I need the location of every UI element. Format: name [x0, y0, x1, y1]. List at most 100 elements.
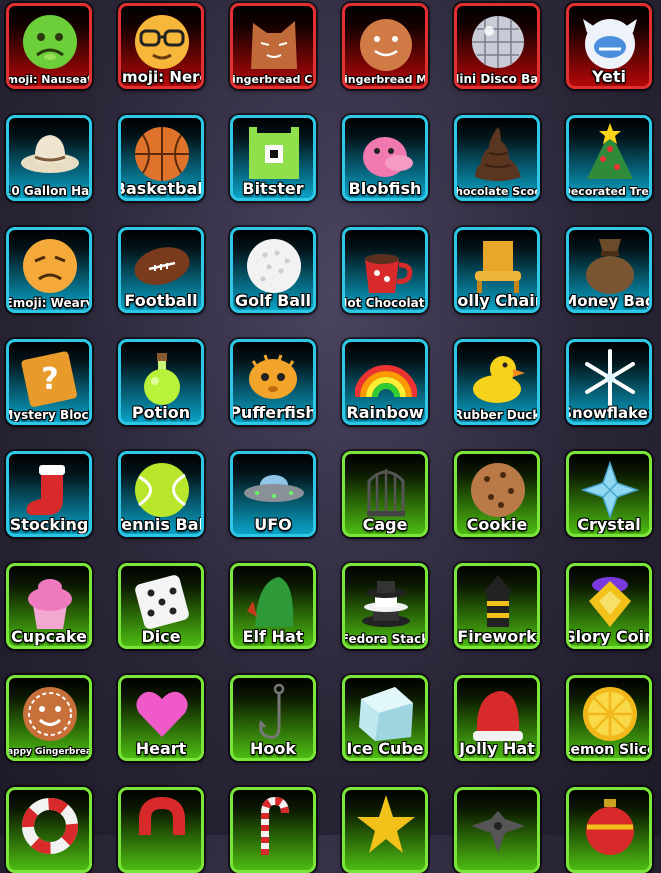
item-label: Emoji: Nerd [121, 68, 201, 86]
item-label: Emoji: Weary [6, 296, 92, 310]
rubber-duck-icon [473, 356, 525, 403]
item-tile[interactable]: Yeti [566, 3, 652, 89]
item-tile[interactable]: Bitster [230, 115, 316, 201]
item-tile[interactable] [566, 787, 652, 873]
item-tile[interactable]: Football [118, 227, 204, 313]
yeti-icon [583, 19, 637, 69]
item-tile[interactable]: Golf Ball [230, 227, 316, 313]
item-label: Cookie [466, 515, 528, 534]
santa-hat-icon [473, 691, 523, 741]
item-tile[interactable]: Pufferfish [230, 339, 316, 425]
item-label: Mini Disco Ball [457, 72, 539, 86]
chocolate-scoop-icon [475, 127, 521, 181]
item-tile[interactable]: Rubber Duck [454, 339, 540, 425]
item-tile[interactable]: Glory Coin [566, 563, 652, 649]
item-tile[interactable]: Firework [454, 563, 540, 649]
item-tile[interactable]: Ice Cube [342, 675, 428, 761]
ice-cube-icon [359, 687, 413, 741]
item-tile[interactable]: Potion [118, 339, 204, 425]
item-tile[interactable]: Money Bag [566, 227, 652, 313]
item-tile[interactable]: Chocolate Scoop [454, 115, 540, 201]
item-tile[interactable]: Jolly Hat [454, 675, 540, 761]
item-tile[interactable]: Cupcake [6, 563, 92, 649]
item-tile[interactable]: Basketball [118, 115, 204, 201]
item-tile[interactable]: Snowflakes [566, 339, 652, 425]
item-tile[interactable]: Blobfish [342, 115, 428, 201]
item-tile[interactable]: Tennis Ball [118, 451, 204, 537]
item-label: Ice Cube [346, 739, 424, 758]
item-label: Football [124, 291, 198, 310]
item-tile[interactable]: ? Mystery Block [6, 339, 92, 425]
item-label: Cupcake [11, 627, 87, 646]
money-bag-icon [586, 239, 634, 294]
item-tile[interactable]: 10 Gallon Hat [6, 115, 92, 201]
item-label: Pufferfish [230, 403, 316, 422]
cowboy-hat-icon [21, 135, 79, 173]
item-tile[interactable]: Hot Chocolate [342, 227, 428, 313]
item-label: Decorated Tree [566, 185, 652, 198]
item-tile[interactable]: Emoji: Nerd [118, 3, 204, 89]
item-label: Hot Chocolate [342, 296, 428, 310]
item-label: Glory Coin [566, 627, 652, 646]
item-label: Snowflakes [566, 404, 649, 422]
item-tile[interactable]: Cookie [454, 451, 540, 537]
item-tile[interactable]: Hook [230, 675, 316, 761]
bitster-icon [249, 127, 299, 179]
item-label: Basketball [118, 179, 204, 198]
item-tile[interactable]: Emoji: Weary [6, 227, 92, 313]
item-tile[interactable]: Jolly Chair [454, 227, 540, 313]
item-label: Blobfish [348, 179, 422, 198]
item-tile[interactable] [6, 787, 92, 873]
nauseated-face-icon [23, 15, 77, 69]
item-label: Rubber Duck [454, 408, 540, 422]
item-tile[interactable]: Happy Gingerbread [6, 675, 92, 761]
item-tile[interactable]: Stocking [6, 451, 92, 537]
crystal-icon [580, 460, 640, 520]
item-label: Firework [457, 627, 537, 646]
item-tile[interactable]: Cage [342, 451, 428, 537]
snowflake-icon [585, 349, 635, 407]
item-tile[interactable]: Elf Hat [230, 563, 316, 649]
gingerbread-man-icon [360, 19, 412, 71]
item-tile[interactable]: Heart [118, 675, 204, 761]
svg-text:?: ? [41, 362, 58, 397]
elf-hat-icon [247, 577, 294, 627]
item-tile[interactable]: Emoji: Nauseated [6, 3, 92, 89]
heart-icon [136, 691, 188, 737]
rainbow-icon [355, 365, 417, 398]
item-tile[interactable]: Gingerbread Man [342, 3, 428, 89]
item-label: Stocking [9, 515, 89, 534]
item-label: Heart [135, 739, 187, 758]
item-label: Crystal [577, 515, 641, 534]
life-ring-icon [22, 798, 78, 854]
item-tile[interactable] [230, 787, 316, 873]
fedora-stack-icon [362, 581, 410, 627]
football-icon [134, 247, 190, 285]
item-tile[interactable]: Dice [118, 563, 204, 649]
disco-ball-icon [472, 16, 524, 68]
inventory-grid: Emoji: Nauseated Emoji: Nerd Gingerbread… [0, 0, 661, 873]
item-tile[interactable]: Lemon Slice [566, 675, 652, 761]
ornament-icon [586, 799, 634, 855]
item-tile[interactable]: Decorated Tree [566, 115, 652, 201]
item-tile[interactable]: Rainbow [342, 339, 428, 425]
item-label: 10 Gallon Hat [6, 184, 92, 198]
item-tile[interactable]: UFO [230, 451, 316, 537]
item-label: Mystery Block [6, 408, 92, 422]
item-label: Yeti [591, 67, 627, 86]
item-tile[interactable]: Fedora Stack [342, 563, 428, 649]
item-tile[interactable] [118, 787, 204, 873]
item-tile[interactable] [454, 787, 540, 873]
item-label: Lemon Slice [566, 742, 652, 758]
item-tile[interactable] [342, 787, 428, 873]
item-tile[interactable]: Mini Disco Ball [454, 3, 540, 89]
hook-icon [259, 683, 285, 739]
item-label: Elf Hat [242, 627, 304, 646]
item-label: Emoji: Nauseated [6, 73, 92, 86]
stocking-icon [26, 465, 65, 515]
item-tile[interactable]: Crystal [566, 451, 652, 537]
magnet-icon [139, 796, 185, 835]
item-label: Jolly Hat [459, 739, 535, 758]
glory-coin-icon [589, 577, 631, 627]
item-tile[interactable]: Gingerbread Cat [230, 3, 316, 89]
